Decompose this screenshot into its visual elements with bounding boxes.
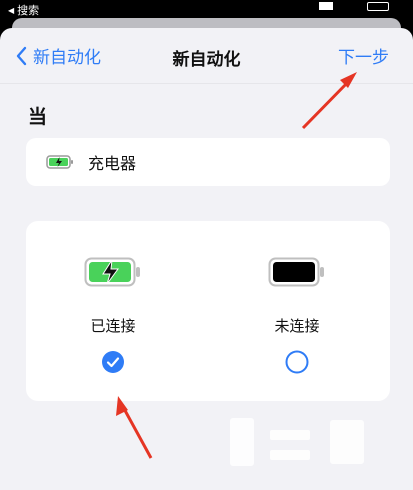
option-connected[interactable]: 已连接 [38,257,188,387]
trigger-label: 充电器 [88,154,137,173]
option-not-connected[interactable]: 未连接 [222,257,372,387]
battery-charging-icon [46,155,73,169]
section-title: 当 [28,106,48,128]
option-not-connected-label: 未连接 [274,317,320,335]
battery-status-icon [367,2,389,11]
nav-bar: 新自动化 新自动化 下一步 [0,28,413,84]
trigger-card: 充电器 [26,138,390,186]
battery-full-icon [268,257,324,287]
signal-icon [319,2,333,10]
back-triangle-icon: ◀ [8,5,15,15]
radio-connected[interactable] [101,350,125,374]
automation-sheet: 新自动化 新自动化 下一步 当 充电器 已连接 未连接 [0,28,413,490]
connection-options-card: 已连接 未连接 [26,221,390,401]
status-icons [319,2,389,12]
checkmark-circle-icon [102,351,124,373]
battery-charging-icon [84,257,140,287]
radio-not-connected[interactable] [285,350,309,374]
empty-circle-icon [285,350,309,374]
back-to-app-link[interactable]: ◀ 搜索 [8,2,39,18]
option-connected-label: 已连接 [90,317,136,335]
back-to-app-label: 搜索 [17,4,40,17]
next-button[interactable]: 下一步 [338,43,389,68]
